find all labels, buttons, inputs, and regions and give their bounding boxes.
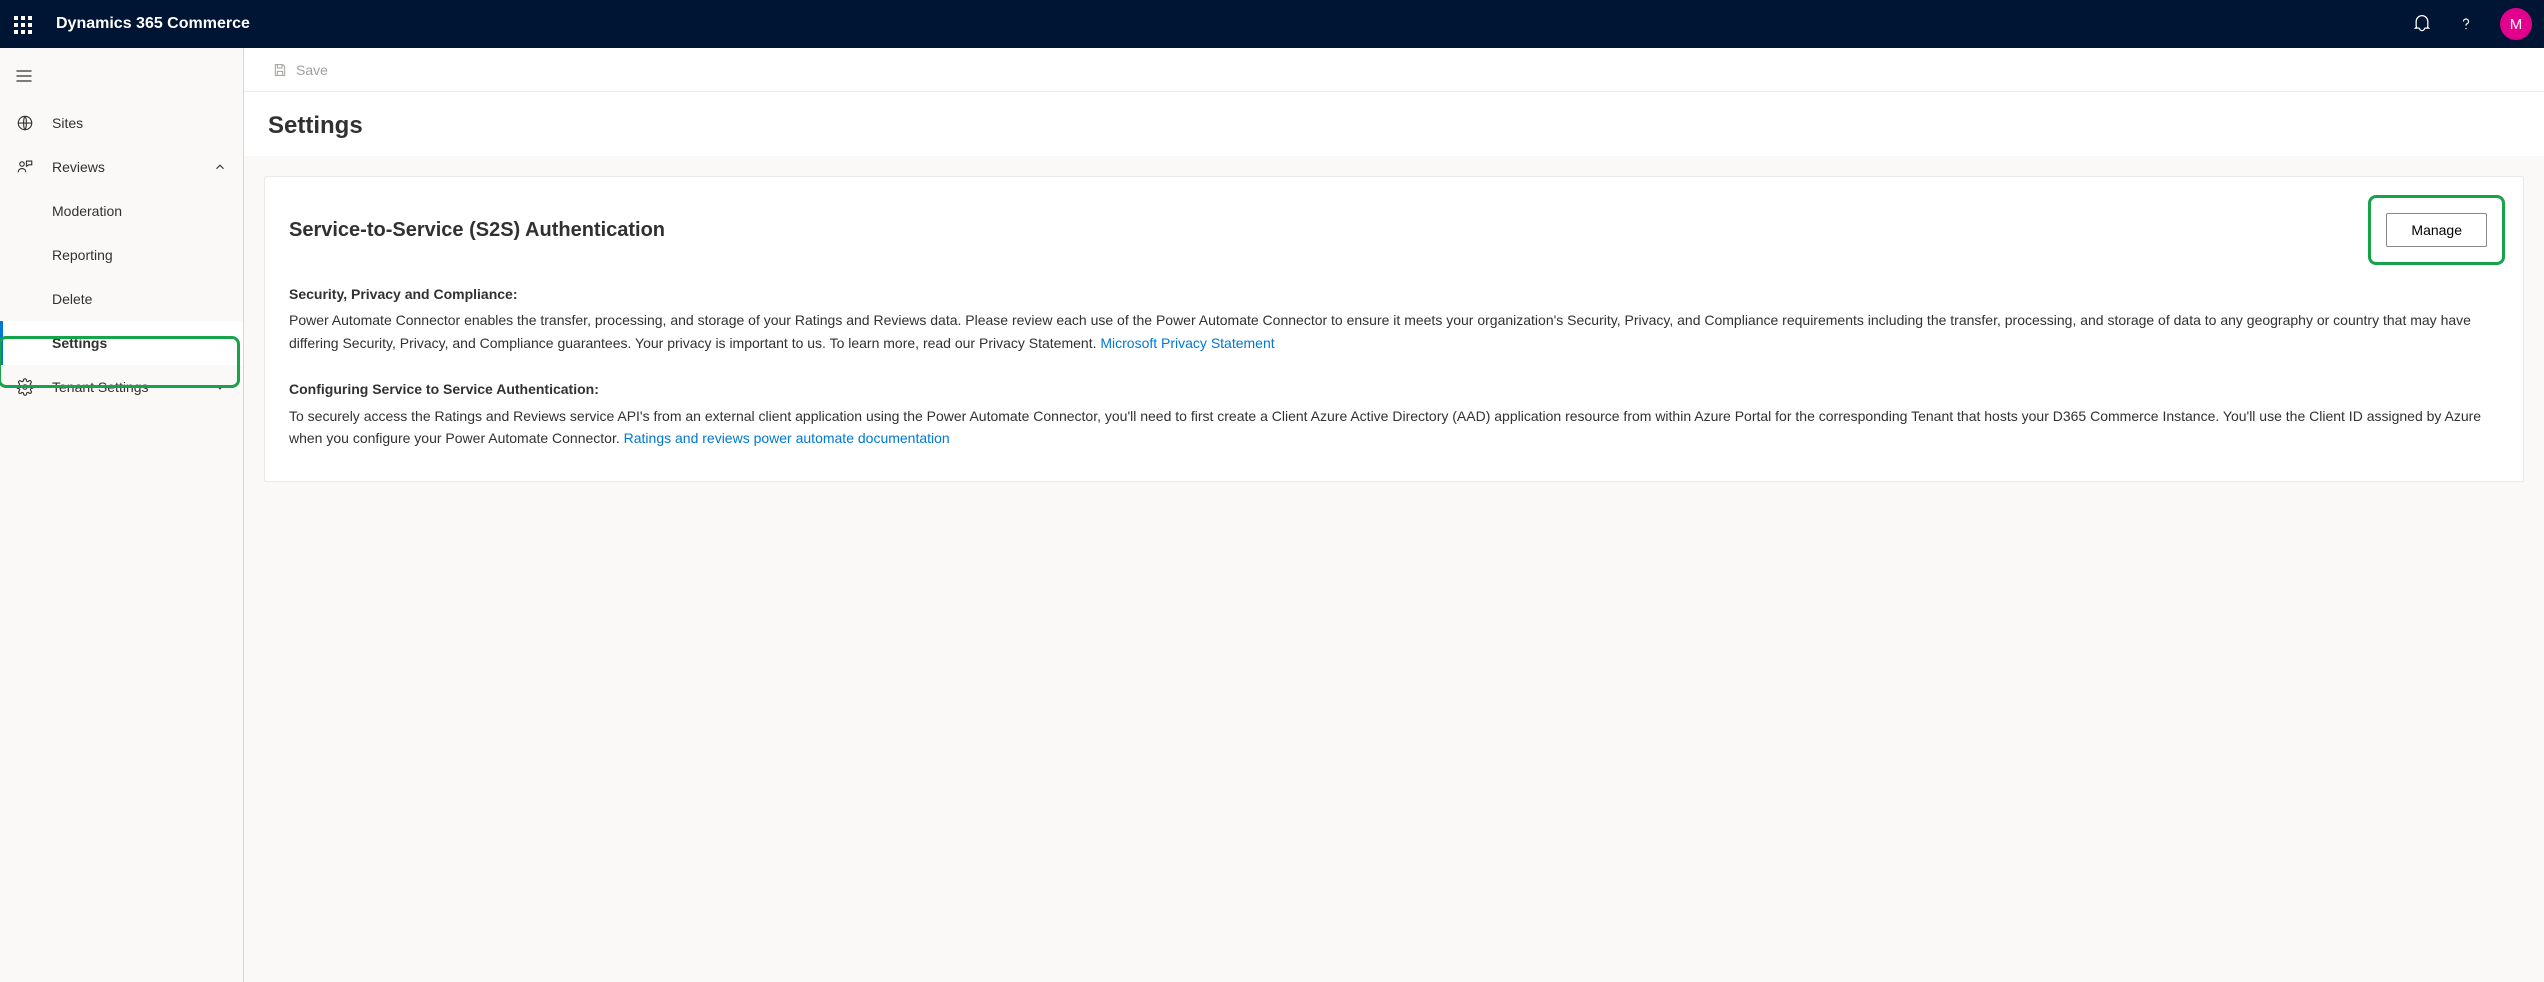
- sidebar-subitem-moderation[interactable]: Moderation: [0, 189, 243, 233]
- chevron-down-icon: [213, 380, 227, 394]
- save-button[interactable]: Save: [268, 56, 332, 84]
- section2-body: To securely access the Ratings and Revie…: [289, 405, 2499, 450]
- topbar: Dynamics 365 Commerce M: [0, 0, 2544, 48]
- save-icon: [272, 62, 288, 78]
- sidebar-item-sites[interactable]: Sites: [0, 101, 243, 145]
- section1-body: Power Automate Connector enables the tra…: [289, 309, 2499, 354]
- sidebar-item-label: Moderation: [52, 203, 122, 219]
- content-area: Save Settings Service-to-Service (S2S) A…: [244, 48, 2544, 982]
- page-header: Settings: [244, 92, 2544, 156]
- sidebar-item-reviews[interactable]: Reviews: [0, 145, 243, 189]
- save-label: Save: [296, 62, 328, 78]
- waffle-icon[interactable]: [12, 14, 32, 34]
- sidebar-item-label: Reporting: [52, 247, 113, 263]
- avatar-initial: M: [2510, 16, 2523, 33]
- chevron-up-icon: [213, 160, 227, 174]
- page-title: Settings: [268, 112, 2520, 140]
- s2s-auth-card: Service-to-Service (S2S) Authentication …: [264, 176, 2524, 482]
- gear-icon: [16, 378, 34, 396]
- section1-text: Power Automate Connector enables the tra…: [289, 312, 2471, 350]
- sidebar-item-tenant-settings[interactable]: Tenant Settings: [0, 365, 243, 409]
- commandbar: Save: [244, 48, 2544, 92]
- app-title: Dynamics 365 Commerce: [56, 15, 250, 33]
- manage-button[interactable]: Manage: [2386, 213, 2487, 247]
- power-automate-doc-link[interactable]: Ratings and reviews power automate docum…: [624, 430, 950, 446]
- card-title: Service-to-Service (S2S) Authentication: [289, 219, 665, 242]
- person-feedback-icon: [16, 158, 34, 176]
- globe-icon: [16, 114, 34, 132]
- section2-text: To securely access the Ratings and Revie…: [289, 408, 2481, 446]
- sidebar-item-label: Delete: [52, 291, 92, 307]
- cards-container: Service-to-Service (S2S) Authentication …: [244, 156, 2544, 502]
- sidebar-item-label: Tenant Settings: [52, 379, 149, 395]
- sidebar-subitem-delete[interactable]: Delete: [0, 277, 243, 321]
- topbar-left: Dynamics 365 Commerce: [12, 14, 250, 34]
- card-header: Service-to-Service (S2S) Authentication …: [289, 201, 2499, 259]
- sidebar-item-label: Reviews: [52, 159, 105, 175]
- shell: Sites Reviews Moderation Reporting Delet…: [0, 48, 2544, 982]
- section1-label: Security, Privacy and Compliance:: [289, 283, 2499, 305]
- avatar[interactable]: M: [2500, 8, 2532, 40]
- privacy-statement-link[interactable]: Microsoft Privacy Statement: [1100, 335, 1274, 351]
- hamburger-button[interactable]: [0, 56, 243, 101]
- topbar-right: M: [2412, 8, 2532, 40]
- sidebar-subitem-reporting[interactable]: Reporting: [0, 233, 243, 277]
- section2-label: Configuring Service to Service Authentic…: [289, 378, 2499, 400]
- sidebar-item-label: Settings: [52, 335, 107, 351]
- help-icon[interactable]: [2456, 14, 2476, 34]
- bell-icon[interactable]: [2412, 14, 2432, 34]
- sidebar-subitem-settings[interactable]: Settings: [0, 321, 243, 365]
- sidebar: Sites Reviews Moderation Reporting Delet…: [0, 48, 244, 982]
- sidebar-item-label: Sites: [52, 115, 83, 131]
